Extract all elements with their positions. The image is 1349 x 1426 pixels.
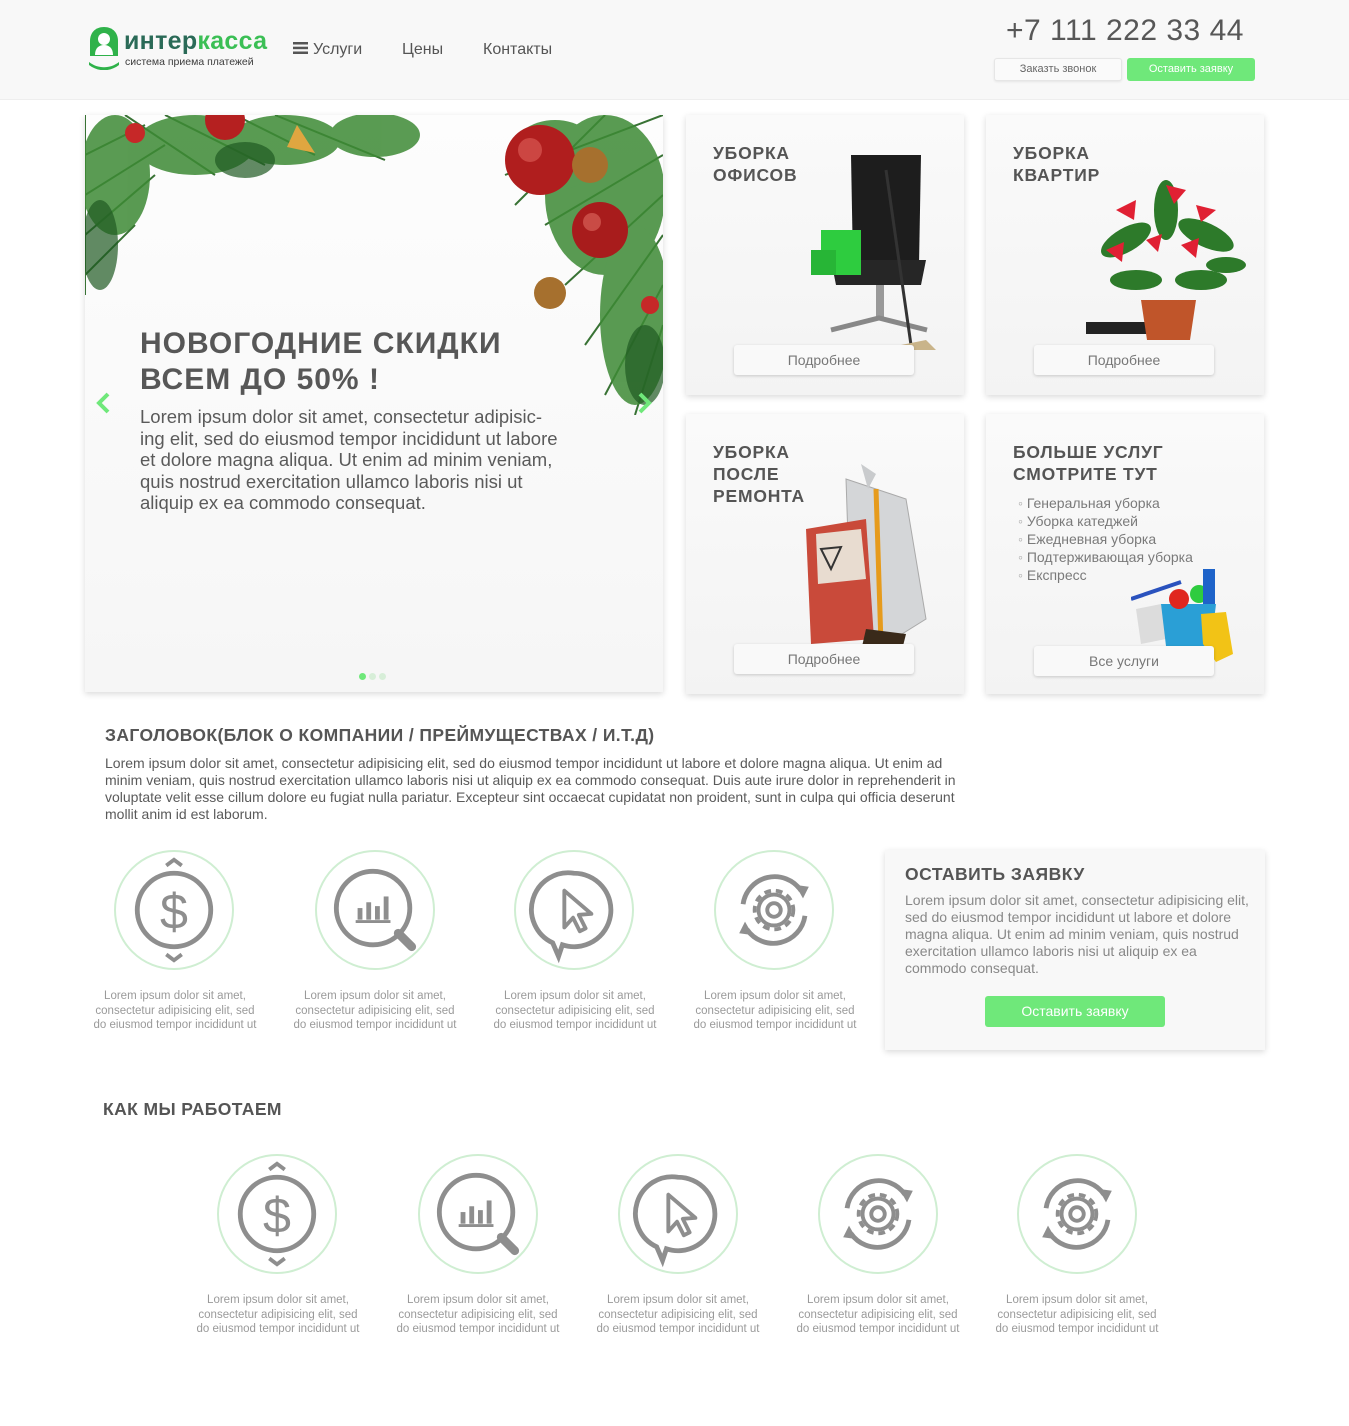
- gear-refresh-icon: [716, 852, 832, 968]
- cursor-bubble-icon: [516, 852, 632, 968]
- cursor-bubble-icon: [620, 1156, 736, 1272]
- card-title-line2: СМОТРИТЕ ТУТ: [1013, 464, 1158, 484]
- card-title-line1: УБОРКА: [1013, 143, 1090, 163]
- flower-pot-image: [1086, 180, 1256, 350]
- slide-title: НОВОГОДНИЕ СКИДКИ ВСЕМ ДО 50% !: [140, 326, 570, 398]
- step-circle: [618, 1154, 738, 1274]
- feature-circle: [114, 850, 234, 970]
- list-item[interactable]: Уборка катеджей: [1018, 512, 1193, 530]
- promo-slider: НОВОГОДНИЕ СКИДКИ ВСЕМ ДО 50% ! Lorem ip…: [85, 115, 663, 692]
- logo-name: интеркасса: [124, 26, 267, 56]
- list-item[interactable]: Ежедневная уборка: [1018, 530, 1193, 548]
- feature-text: Lorem ipsum dolor sit amet, consectetur …: [693, 990, 857, 1031]
- slide-text: Lorem ipsum dolor sit amet, consectetur …: [140, 406, 558, 513]
- order-form-box: ОСТАВИТЬ ЗАЯВКУ Lorem ipsum dolor sit am…: [885, 850, 1265, 1050]
- office-chair-image: [791, 150, 951, 350]
- step-text: Lorem ipsum dolor sit amet, consectetur …: [596, 1294, 760, 1335]
- nav-contacts[interactable]: Контакты: [483, 41, 552, 59]
- slider-dot-1[interactable]: [359, 673, 366, 680]
- request-call-button[interactable]: Заказть звонок: [994, 58, 1122, 81]
- feature-circle: [514, 850, 634, 970]
- logo-name-part2: касса: [197, 27, 268, 55]
- step-text: Lorem ipsum dolor sit amet, consectetur …: [396, 1294, 560, 1335]
- nav-services-label: Услуги: [313, 41, 363, 58]
- step-circle: [1017, 1154, 1137, 1274]
- feature-text: Lorem ipsum dolor sit amet, consectetur …: [293, 990, 457, 1031]
- step-text: Lorem ipsum dolor sit amet, consectetur …: [995, 1294, 1159, 1335]
- order-text: Lorem ipsum dolor sit amet, consectetur …: [905, 892, 1249, 976]
- step-text: Lorem ipsum dolor sit amet, consectetur …: [196, 1294, 360, 1335]
- feature-text: Lorem ipsum dolor sit amet, consectetur …: [93, 990, 257, 1031]
- slider-next-arrow-icon[interactable]: [637, 392, 653, 414]
- construction-bags-image: [756, 459, 956, 669]
- all-services-button[interactable]: Все услуги: [1034, 646, 1214, 676]
- header-order-button[interactable]: Оставить заявку: [1127, 58, 1255, 81]
- how-we-work-title: КАК МЫ РАБОТАЕМ: [103, 1099, 282, 1119]
- slide-title-line1: НОВОГОДНИЕ СКИДКИ: [140, 327, 502, 360]
- about-text: Lorem ipsum dolor sit amet, consectetur …: [105, 755, 956, 822]
- service-card-renovation: УБОРКА ПОСЛЕ РЕМОНТА Подробнее: [686, 414, 964, 694]
- gear-refresh-icon: [820, 1156, 936, 1272]
- card-details-button[interactable]: Подробнее: [734, 345, 914, 375]
- step-text: Lorem ipsum dolor sit amet, consectetur …: [796, 1294, 960, 1335]
- logo[interactable]: интеркасса система приема платежей: [88, 26, 267, 72]
- slide-title-line2: ВСЕМ ДО 50% !: [140, 363, 380, 396]
- order-submit-button[interactable]: Оставить заявку: [985, 996, 1165, 1027]
- step-circle: [818, 1154, 938, 1274]
- service-card-offices: УБОРКА ОФИСОВ Подробнее: [686, 115, 964, 395]
- card-details-button[interactable]: Подробнее: [734, 644, 914, 674]
- step-circle: [418, 1154, 538, 1274]
- site-header: интеркасса система приема платежей Услуг…: [0, 0, 1349, 100]
- dollar-icon: [116, 852, 232, 968]
- card-title: БОЛЬШЕ УСЛУГ СМОТРИТЕ ТУТ: [1013, 441, 1164, 485]
- slider-dots: [359, 667, 389, 685]
- card-title-line2: ОФИСОВ: [713, 165, 798, 185]
- gear-refresh-icon: [1019, 1156, 1135, 1272]
- phone-number[interactable]: +7 111 222 33 44: [1006, 14, 1244, 48]
- chart-search-icon: [317, 852, 433, 968]
- feature-circle: [714, 850, 834, 970]
- card-title-line1: УБОРКА: [713, 143, 790, 163]
- dollar-icon: [219, 1156, 335, 1272]
- slider-prev-arrow-icon[interactable]: [95, 392, 111, 414]
- feature-text: Lorem ipsum dolor sit amet, consectetur …: [493, 990, 657, 1031]
- about-title: ЗАГОЛОВОК(БЛОК О КОМПАНИИ / ПРЕЙМУЩЕСТВА…: [105, 725, 655, 745]
- nav-prices[interactable]: Цены: [402, 41, 443, 59]
- menu-icon: [293, 41, 308, 54]
- slider-dot-3[interactable]: [379, 673, 386, 680]
- step-circle: [217, 1154, 337, 1274]
- chart-search-icon: [420, 1156, 536, 1272]
- logo-mark-icon: [88, 26, 120, 70]
- feature-circle: [315, 850, 435, 970]
- card-details-button[interactable]: Подробнее: [1034, 345, 1214, 375]
- card-title-line1: БОЛЬШЕ УСЛУГ: [1013, 442, 1164, 462]
- logo-name-part1: интер: [124, 27, 198, 55]
- card-title: УБОРКА ОФИСОВ: [713, 142, 797, 186]
- list-item[interactable]: Генеральная уборка: [1018, 494, 1193, 512]
- slider-dot-2[interactable]: [369, 673, 376, 680]
- order-title: ОСТАВИТЬ ЗАЯВКУ: [905, 864, 1085, 884]
- service-card-apartments: УБОРКА КВАРТИР Подробнее: [986, 115, 1264, 395]
- service-card-more: БОЛЬШЕ УСЛУГ СМОТРИТЕ ТУТ Генеральная уб…: [986, 414, 1264, 694]
- nav-services[interactable]: Услуги: [293, 41, 362, 59]
- logo-tagline: система приема платежей: [125, 56, 254, 68]
